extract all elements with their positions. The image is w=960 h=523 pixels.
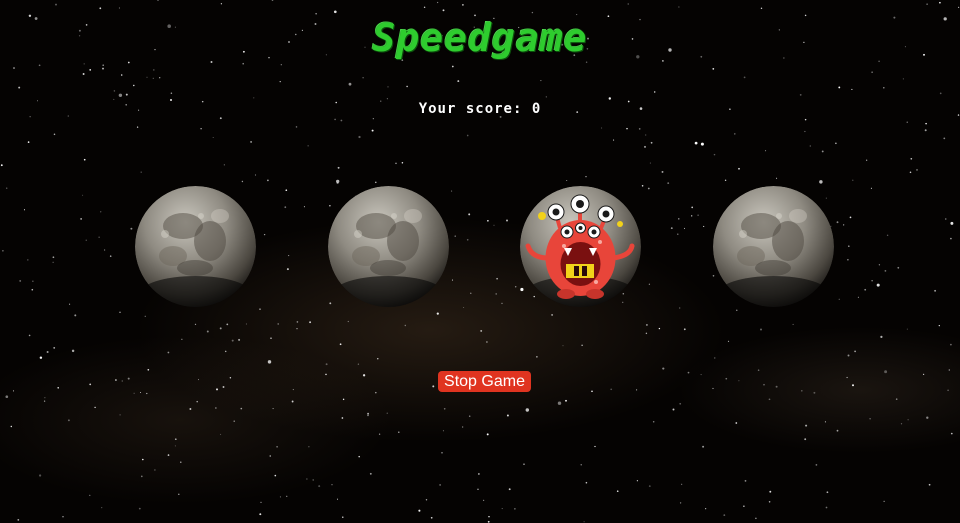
stop-game-button[interactable]: Stop Game: [438, 371, 531, 392]
score-value: 0: [531, 101, 542, 117]
hole-moon-1[interactable]: [135, 186, 256, 307]
hole-monster[interactable]: [520, 186, 641, 307]
moon-icon: [713, 186, 834, 307]
moon-icon: [328, 186, 449, 307]
hole-moon-2[interactable]: [328, 186, 449, 307]
monster-icon: [520, 186, 641, 307]
hole-moon-4[interactable]: [713, 186, 834, 307]
score-display: Your score: 0: [0, 101, 960, 117]
score-label: Your score:: [418, 101, 523, 117]
moon-icon: [135, 186, 256, 307]
game-title: Speedgame: [372, 16, 588, 60]
